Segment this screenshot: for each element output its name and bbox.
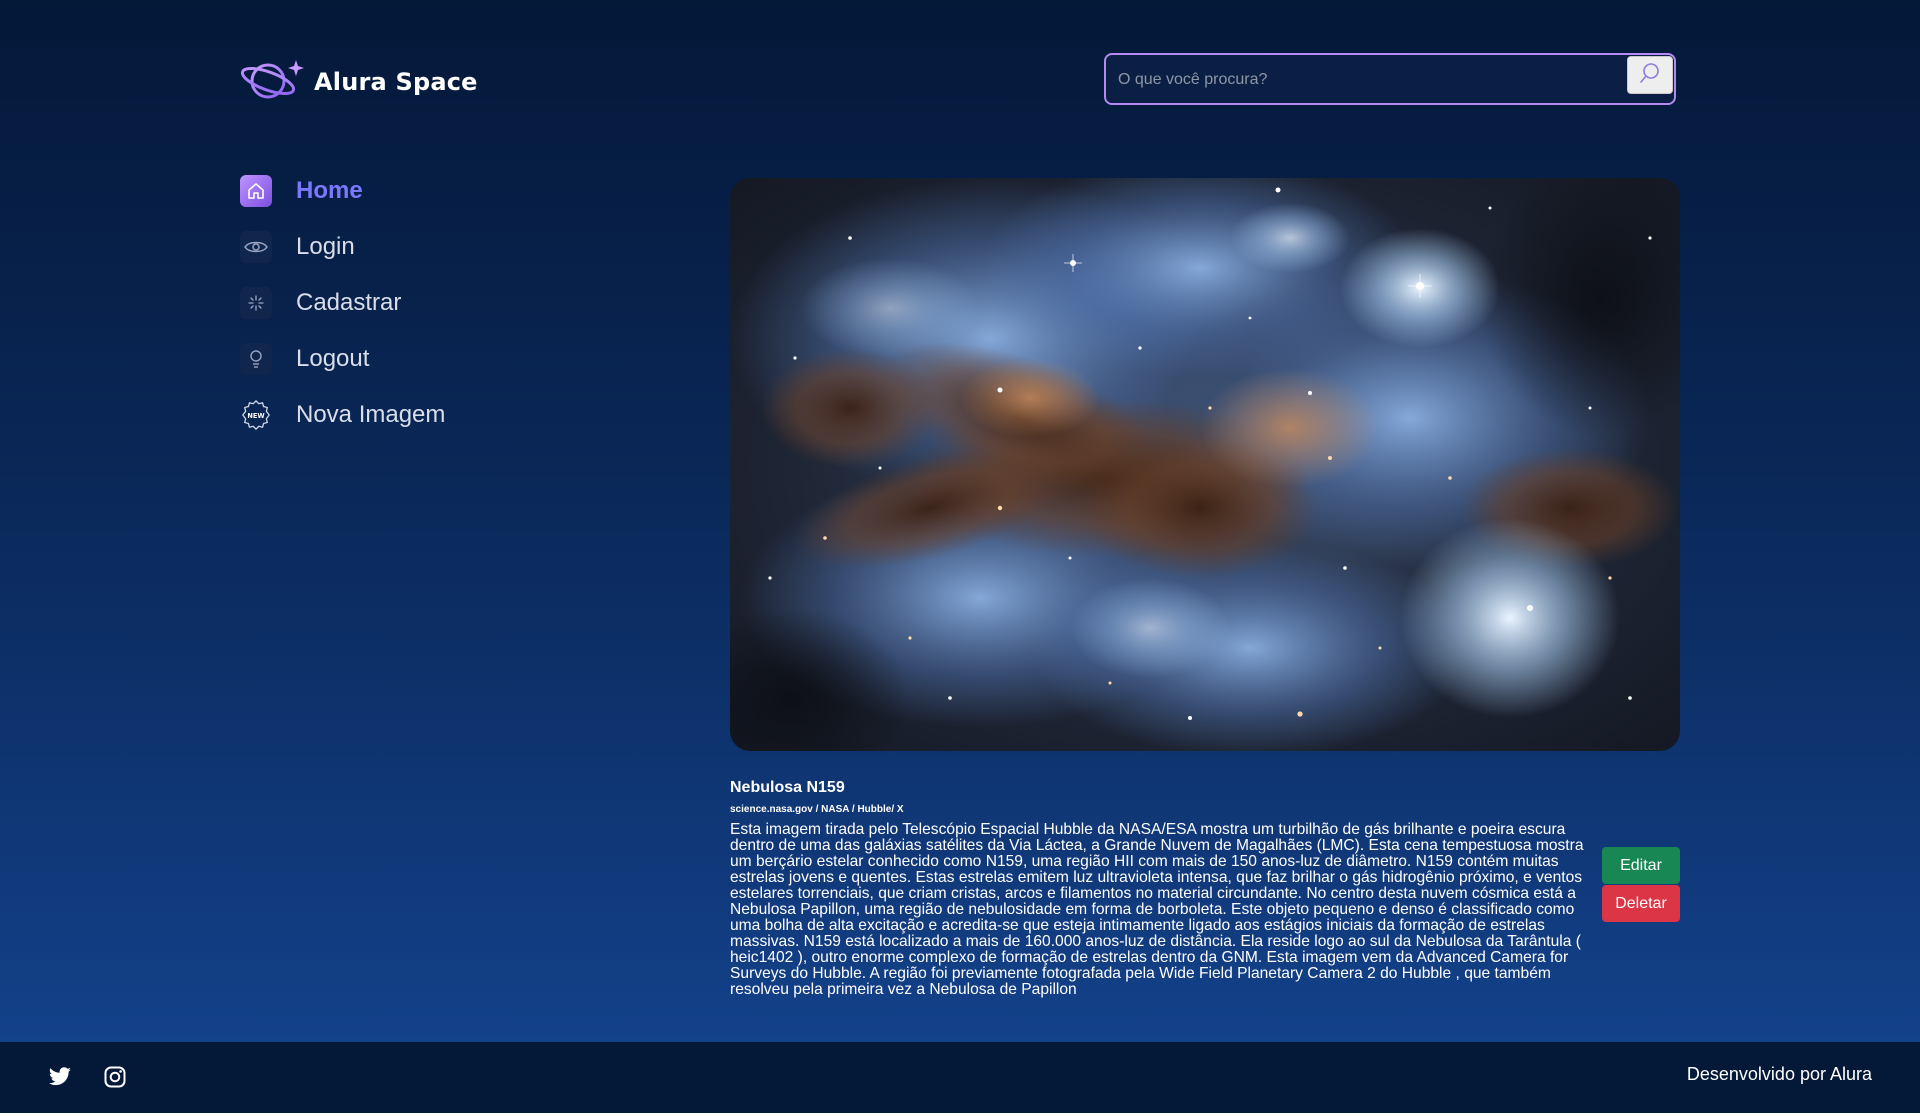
new-badge-icon: NEW <box>240 399 272 431</box>
sidebar-item-label: Cadastrar <box>296 289 402 316</box>
page-background: Alura Space Home <box>0 0 1920 1042</box>
svg-text:NEW: NEW <box>247 412 265 420</box>
sidebar-item-label: Logout <box>296 345 370 372</box>
nebula-image[interactable] <box>730 178 1680 751</box>
post-source: science.nasa.gov / NASA / Hubble/ X <box>730 804 904 815</box>
sidebar-item-logout[interactable]: Logout <box>240 343 540 375</box>
logo-text: Alura Space <box>314 68 478 96</box>
delete-button[interactable]: Deletar <box>1602 885 1680 922</box>
post-actions: Editar Deletar <box>1602 847 1680 923</box>
home-icon <box>240 175 272 207</box>
edit-button[interactable]: Editar <box>1602 847 1680 884</box>
sidebar-item-label: Home <box>296 177 363 204</box>
footer: Desenvolvido por Alura <box>0 1042 1920 1116</box>
twitter-icon[interactable] <box>48 1066 72 1093</box>
instagram-icon[interactable] <box>104 1066 126 1093</box>
sidebar-item-login[interactable]: Login <box>240 231 540 263</box>
planet-logo-icon <box>240 56 306 109</box>
lightbulb-icon <box>240 343 272 375</box>
post-title: Nebulosa N159 <box>730 779 845 796</box>
sidebar-item-label: Login <box>296 233 355 260</box>
post-description: Esta imagem tirada pelo Telescópio Espac… <box>730 821 1584 998</box>
sidebar-item-home[interactable]: Home <box>240 175 540 207</box>
sidebar-item-cadastrar[interactable]: Cadastrar <box>240 287 540 319</box>
search-input[interactable] <box>1116 63 1610 97</box>
social-links <box>48 1066 126 1093</box>
post-info: Nebulosa N159 science.nasa.gov / NASA / … <box>730 779 1600 998</box>
footer-credit: Desenvolvido por Alura <box>1686 1064 1872 1084</box>
sidebar-nav: Home Login Cadastrar Logout NEW Nova Ima… <box>240 175 540 455</box>
search-button[interactable] <box>1627 56 1673 94</box>
sidebar-item-nova-imagem[interactable]: NEW Nova Imagem <box>240 399 540 431</box>
logo[interactable]: Alura Space <box>240 58 478 106</box>
sparkle-icon <box>240 287 272 319</box>
search-bar <box>1104 53 1676 105</box>
sidebar-item-label: Nova Imagem <box>296 401 446 428</box>
search-icon <box>1639 62 1661 89</box>
eye-icon <box>240 231 272 263</box>
